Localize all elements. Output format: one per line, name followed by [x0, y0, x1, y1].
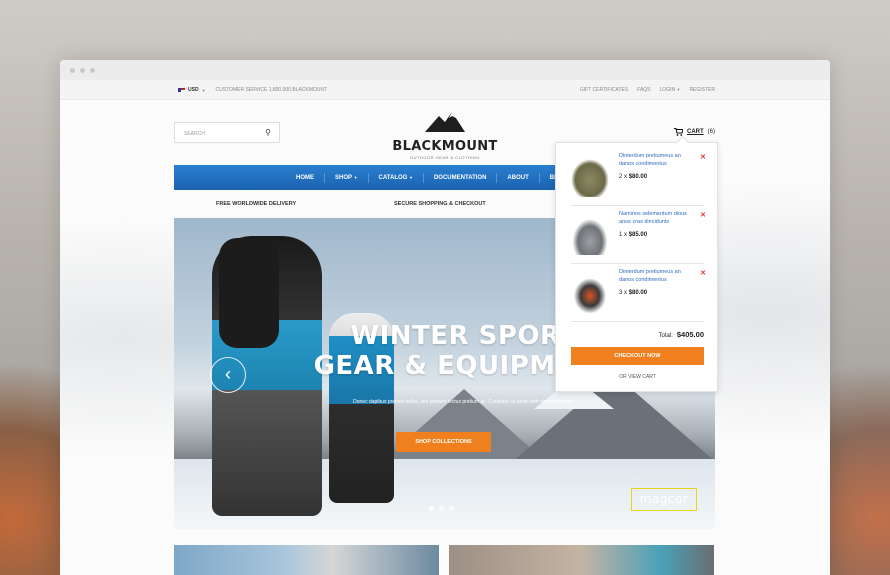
backpack-figure [219, 238, 279, 348]
logo-name: BLACKMOUNT [392, 139, 498, 154]
chevron-down-icon: ▼ [353, 174, 358, 180]
window-dot-maximize[interactable] [90, 67, 95, 73]
cart-item-qty: 3 x [619, 290, 628, 296]
background-blur-right [830, 300, 890, 575]
feature-delivery: FREE WORLDWIDE DELIVERY [216, 201, 297, 207]
slider-dot[interactable] [429, 506, 434, 511]
customer-service-text: CUSTOMER SERVICE 1.800.000.BLACKMOUNT [215, 87, 328, 93]
nav-item-shop[interactable]: SHOP ▼ [325, 172, 369, 183]
cart-count: (6) [707, 129, 716, 135]
site-logo[interactable]: BLACKMOUNT OUTDOOR GEAR & CLOTHING [390, 110, 500, 160]
cart-item-name[interactable]: Dinterdum pretiumeus an danos condimentu… [619, 269, 691, 284]
search-input[interactable]: SEARCH ⚲ [174, 122, 280, 143]
magcor-watermark: magcor [631, 488, 697, 511]
login-dropdown[interactable]: LOGIN ▼ [660, 87, 681, 93]
register-link[interactable]: REGISTER [689, 87, 715, 93]
search-placeholder: SEARCH [184, 131, 205, 137]
background-blur-left [0, 300, 60, 575]
slider-dots [429, 506, 454, 511]
cart-dropdown: Dinterdum pretiumeus an danos condimentu… [555, 142, 718, 392]
hero-subtitle: Donec dapibus pretium tellus, sed pretiu… [353, 399, 575, 405]
cart-total: Total: $405.00 [571, 330, 704, 339]
gift-certificates-link[interactable]: GIFT CERTIFICATES [580, 87, 628, 93]
cart-item: Dinterdum pretiumeus an danos condimentu… [571, 267, 706, 317]
top-utility-bar: USD ▼ CUSTOMER SERVICE 1.800.000.BLACKMO… [60, 80, 830, 100]
ski-goggles-image[interactable] [571, 275, 609, 313]
divider [571, 205, 704, 206]
faqs-link[interactable]: FAQS [637, 87, 650, 93]
slider-dot[interactable] [449, 506, 454, 511]
promo-banner-right[interactable] [449, 545, 714, 575]
cart-label: CART [687, 129, 704, 135]
login-label: LOGIN [659, 87, 676, 93]
cart-total-label: Total: [658, 333, 673, 339]
promo-banner-left[interactable] [174, 545, 439, 575]
us-flag-icon [178, 88, 185, 92]
window-dot-minimize[interactable] [80, 67, 85, 73]
cart-link[interactable]: CART (6) [674, 128, 715, 136]
nav-shop-label: SHOP [335, 174, 352, 181]
remove-item-icon[interactable]: ✕ [700, 211, 706, 219]
currency-label: USD [188, 87, 199, 93]
nav-catalog-label: CATALOG [378, 174, 408, 181]
logo-tagline: OUTDOOR GEAR & CLOTHING [410, 155, 480, 160]
cart-item-name[interactable]: Dinterdum pretiumeus an danos condimentu… [619, 153, 691, 168]
chevron-down-icon: ▼ [201, 87, 206, 93]
cart-item-amount: $85.00 [628, 232, 648, 238]
nav-item-about[interactable]: ABOUT [497, 172, 540, 183]
browser-titlebar [60, 60, 830, 80]
feature-secure: SECURE SHOPPING & CHECKOUT [394, 201, 486, 207]
nav-item-catalog[interactable]: CATALOG ▼ [369, 172, 424, 183]
cart-item-amount: $80.00 [628, 290, 648, 296]
divider [571, 263, 704, 264]
hiking-shoe-image[interactable] [571, 217, 609, 255]
cart-item-qty: 1 x [619, 232, 628, 238]
currency-selector[interactable]: USD ▼ [178, 87, 206, 93]
cart-item: Naminos selementum dious anos cras dinci… [571, 209, 706, 259]
window-dot-close[interactable] [70, 67, 75, 73]
remove-item-icon[interactable]: ✕ [700, 153, 706, 161]
cart-item-price: 2 x $80.00 [619, 174, 647, 180]
cart-item-price: 1 x $85.00 [619, 232, 647, 238]
cart-icon [674, 128, 683, 136]
shop-collections-button[interactable]: SHOP COLLECTIONS [396, 432, 491, 452]
cart-item-price: 3 x $80.00 [619, 290, 647, 296]
mountain-logo-icon [425, 112, 465, 132]
cart-item-name[interactable]: Naminos selementum dious anos cras dinci… [619, 211, 691, 226]
search-icon[interactable]: ⚲ [265, 128, 271, 137]
chevron-down-icon: ▼ [409, 174, 413, 180]
cart-total-value: $405.00 [676, 330, 704, 339]
cart-item: Dinterdum pretiumeus an danos condimentu… [571, 151, 706, 201]
browser-window: USD ▼ CUSTOMER SERVICE 1.800.000.BLACKMO… [60, 60, 830, 575]
cart-item-qty: 2 x [619, 174, 628, 180]
slider-dot[interactable] [439, 506, 444, 511]
cart-item-amount: $80.00 [628, 174, 648, 180]
nav-item-documentation[interactable]: DOCUMENTATION [424, 172, 498, 183]
checkout-button[interactable]: CHECKOUT NOW [571, 347, 704, 365]
divider [571, 321, 704, 322]
remove-item-icon[interactable]: ✕ [700, 269, 706, 277]
view-cart-link[interactable]: OR VIEW CART [571, 374, 704, 380]
slider-prev-arrow[interactable]: ‹ [210, 357, 246, 393]
nav-item-home[interactable]: HOME [286, 172, 325, 183]
chevron-down-icon: ▼ [676, 87, 681, 92]
backpack-image[interactable] [571, 159, 609, 197]
